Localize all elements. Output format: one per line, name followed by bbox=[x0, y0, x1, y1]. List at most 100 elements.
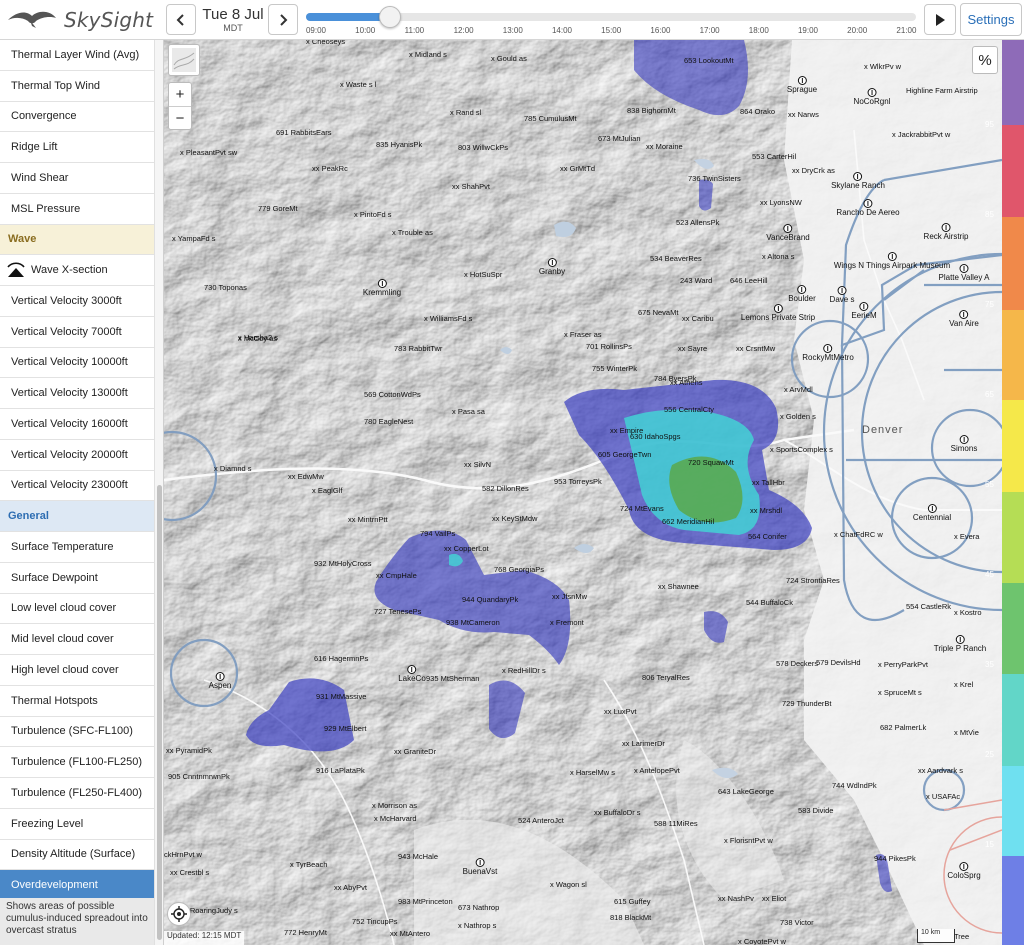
airport-marker[interactable]: Platte Valley A bbox=[939, 264, 990, 282]
airport-marker[interactable]: BuenaVst bbox=[463, 858, 497, 876]
forecast-map[interactable]: x Cheoseys x Midland s x Gould as 653 Looko… bbox=[164, 40, 1002, 945]
previous-day-button[interactable] bbox=[166, 4, 196, 35]
sidebar-item-vertical-velocity-10000ft[interactable]: Vertical Velocity 10000ft bbox=[0, 348, 154, 379]
map-label: 943 McHale bbox=[398, 852, 439, 861]
map-label: 616 HagermnPs bbox=[314, 654, 369, 663]
sidebar-item-label: Turbulence (SFC-FL100) bbox=[11, 725, 133, 738]
map-label: x RedHillDr s bbox=[502, 666, 546, 675]
airport-marker[interactable]: Granby bbox=[539, 258, 565, 276]
sidebar-item-label: Ridge Lift bbox=[11, 141, 58, 154]
airport-marker[interactable]: EerieM bbox=[851, 302, 877, 320]
sidebar-item-vertical-velocity-16000ft[interactable]: Vertical Velocity 16000ft bbox=[0, 409, 154, 440]
legend-color-band bbox=[1002, 856, 1024, 945]
airport-label: Simons bbox=[950, 444, 978, 453]
airport-marker[interactable]: Simons bbox=[950, 435, 978, 453]
sidebar-item-thermal-hotspots[interactable]: Thermal Hotspots bbox=[0, 686, 154, 717]
map-label: 673 Nathrop bbox=[458, 903, 500, 912]
airport-marker[interactable]: Boulder bbox=[788, 285, 816, 303]
map-label: 935 MtSherman bbox=[426, 674, 480, 683]
legend-color-band bbox=[1002, 583, 1024, 674]
sidebar-item-mid-level-cloud-cover[interactable]: Mid level cloud cover bbox=[0, 624, 154, 655]
sidebar-item-label: Vertical Velocity 7000ft bbox=[11, 325, 122, 338]
percent-button[interactable]: % bbox=[972, 46, 998, 74]
airport-marker[interactable]: RockyMtMetro bbox=[802, 344, 854, 362]
date-display[interactable]: Tue 8 Jul MDT bbox=[200, 6, 266, 38]
sidebar-item-label: Turbulence (FL250-FL400) bbox=[11, 786, 143, 799]
sidebar-item-turbulence-sfc-fl100[interactable]: Turbulence (SFC-FL100) bbox=[0, 717, 154, 748]
airport-marker[interactable]: Centennial bbox=[913, 504, 951, 522]
sidebar-item-surface-dewpoint[interactable]: Surface Dewpoint bbox=[0, 563, 154, 594]
airport-marker[interactable]: Reck Airstrip bbox=[924, 223, 968, 241]
airport-icon bbox=[959, 435, 969, 444]
map-label: x Fraser as bbox=[564, 330, 602, 339]
sidebar-item-label: Surface Dewpoint bbox=[11, 571, 98, 584]
sidebar-item-vertical-velocity-7000ft[interactable]: Vertical Velocity 7000ft bbox=[0, 317, 154, 348]
sidebar-scrollbar-thumb[interactable] bbox=[157, 485, 162, 940]
airport-marker[interactable]: Rancho De Aereo bbox=[836, 199, 900, 217]
sidebar-item-vertical-velocity-3000ft[interactable]: Vertical Velocity 3000ft bbox=[0, 286, 154, 317]
sidebar-item-surface-temperature[interactable]: Surface Temperature bbox=[0, 532, 154, 563]
map-label: 780 EagleNest bbox=[364, 417, 414, 426]
map-label: xx Crestbl s bbox=[170, 868, 210, 877]
map-label: xx DryCrk as bbox=[792, 166, 835, 175]
sidebar-item-thermal-layer-wind-avg[interactable]: Thermal Layer Wind (Avg) bbox=[0, 40, 154, 71]
locate-button[interactable] bbox=[167, 902, 191, 926]
zoom-out-button[interactable]: − bbox=[169, 106, 191, 129]
sidebar-item-ridge-lift[interactable]: Ridge Lift bbox=[0, 132, 154, 163]
sidebar-item-thermal-top-wind[interactable]: Thermal Top Wind bbox=[0, 71, 154, 102]
map-label: x Evera bbox=[954, 532, 980, 541]
sidebar-item-msl-pressure[interactable]: MSL Pressure bbox=[0, 194, 154, 225]
airport-marker[interactable]: Aspen bbox=[209, 672, 231, 690]
sidebar-item-turbulence-fl250-fl400[interactable]: Turbulence (FL250-FL400) bbox=[0, 778, 154, 809]
airport-marker[interactable]: ColoSprg bbox=[947, 862, 981, 880]
airport-marker[interactable]: Wings N Things Airpark Museum bbox=[834, 252, 950, 270]
sidebar-item-label: Wave bbox=[8, 233, 37, 246]
sidebar-item-vertical-velocity-20000ft[interactable]: Vertical Velocity 20000ft bbox=[0, 440, 154, 471]
airport-marker[interactable]: Sprague bbox=[787, 76, 817, 94]
map-label: x PerryParkPvt bbox=[878, 660, 929, 669]
next-day-button[interactable] bbox=[268, 4, 298, 35]
map-label: x TyrBeach bbox=[290, 860, 328, 869]
airport-marker[interactable]: Van Aire bbox=[949, 310, 979, 328]
time-slider[interactable]: 09:00 10:00 11:00 12:00 13:00 14:00 15:00 16:00… bbox=[306, 6, 916, 37]
skysight-logo[interactable]: SkySight bbox=[6, 4, 156, 36]
sidebar-item-high-level-cloud-cover[interactable]: High level cloud cover bbox=[0, 655, 154, 686]
sidebar-item-wave-x-section[interactable]: Wave X-section bbox=[0, 255, 154, 286]
sidebar-item-convergence[interactable]: Convergence bbox=[0, 102, 154, 133]
settings-button[interactable]: Settings bbox=[960, 3, 1022, 36]
sidebar-item-label: Wind Shear bbox=[11, 171, 69, 184]
airport-marker[interactable]: NoCoRgnl bbox=[854, 88, 890, 106]
legend-color-band bbox=[1002, 400, 1024, 492]
map-label: 724 StrontiaRes bbox=[786, 576, 840, 585]
sidebar-section-general[interactable]: General bbox=[0, 501, 154, 532]
layer-list: Thermal Layer Wind (Avg) Thermal Top Wind… bbox=[0, 40, 154, 901]
sidebar-item-vertical-velocity-23000ft[interactable]: Vertical Velocity 23000ft bbox=[0, 471, 154, 502]
sidebar-section-wave[interactable]: Wave bbox=[0, 224, 154, 256]
layers-button[interactable] bbox=[168, 44, 200, 76]
map-label: x PintoFd s bbox=[354, 210, 392, 219]
airport-marker[interactable]: VanceBrand bbox=[766, 224, 810, 242]
airport-marker[interactable]: Lemons Private Strip bbox=[741, 304, 815, 322]
airport-label: Van Aire bbox=[949, 319, 979, 328]
time-tick: 16:00 bbox=[650, 26, 671, 35]
sidebar-item-density-altitude-surface[interactable]: Density Altitude (Surface) bbox=[0, 840, 154, 871]
sidebar-scrollbar[interactable] bbox=[154, 40, 163, 945]
map-label: x WlkrPv w bbox=[864, 62, 902, 71]
airport-marker[interactable]: Skylane Ranch bbox=[831, 172, 885, 190]
play-icon bbox=[936, 13, 945, 26]
play-button[interactable] bbox=[924, 4, 956, 35]
map-label: xx CmpHale bbox=[376, 571, 417, 580]
time-slider-handle[interactable] bbox=[379, 6, 401, 28]
map-label: x Nathrop s bbox=[458, 921, 497, 930]
airport-marker[interactable]: Kremmling bbox=[363, 279, 401, 297]
sidebar-item-wind-shear[interactable]: Wind Shear bbox=[0, 163, 154, 194]
sidebar-item-overdevelopment[interactable]: Overdevelopment bbox=[0, 870, 154, 901]
airport-marker[interactable]: LakeCo bbox=[398, 665, 426, 683]
sidebar-item-vertical-velocity-13000ft[interactable]: Vertical Velocity 13000ft bbox=[0, 378, 154, 409]
sidebar-item-turbulence-fl100-fl250[interactable]: Turbulence (FL100-FL250) bbox=[0, 747, 154, 778]
zoom-in-button[interactable]: + bbox=[169, 83, 191, 106]
airport-marker[interactable]: Triple P Ranch bbox=[934, 635, 986, 653]
sidebar-item-low-level-cloud-cover[interactable]: Low level cloud cover bbox=[0, 594, 154, 625]
map-label: x FlorisntPvt w bbox=[724, 836, 773, 845]
sidebar-item-freezing-level[interactable]: Freezing Level bbox=[0, 809, 154, 840]
